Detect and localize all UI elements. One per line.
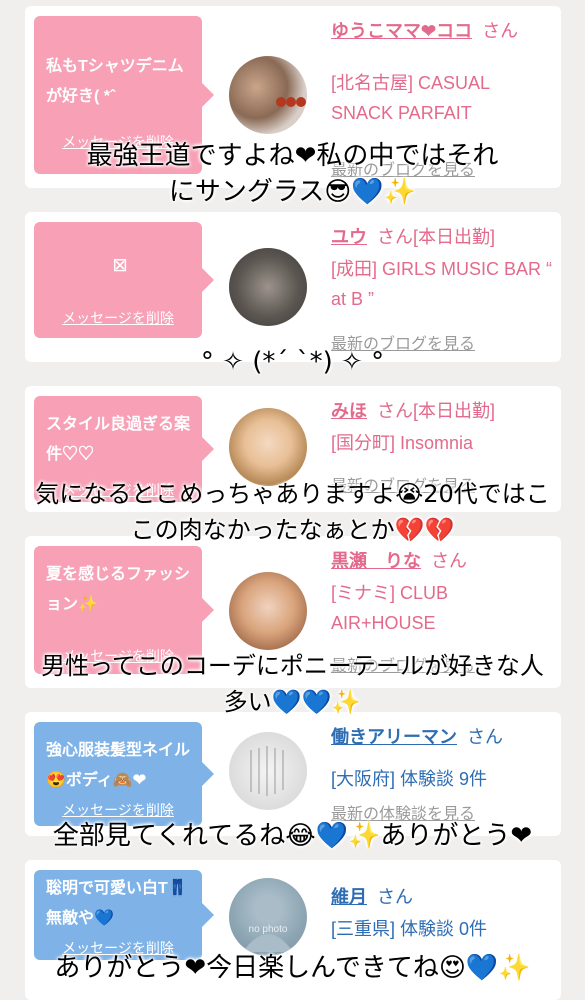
caption-line: 多い💙💙✨ (223, 688, 362, 716)
user-suffix: さん[本日出勤] (377, 227, 496, 247)
caption-line: にサングラス😎💙✨ (168, 177, 417, 207)
message-bubble: ☒ メッセージを削除 (34, 222, 214, 338)
user-suffix: さん (482, 21, 519, 41)
message-text: 夏を感じるファッション✨ (46, 566, 191, 613)
bubble-arrow (202, 598, 214, 622)
user-name-link[interactable]: みほ (331, 401, 367, 421)
avatar[interactable]: no photo (229, 878, 307, 956)
avatar-photo (250, 746, 284, 796)
user-suffix: さん (377, 887, 413, 907)
bubble-arrow (202, 762, 214, 786)
no-photo-label: no photo (248, 924, 288, 935)
message-text: 強心服装髪型ネイル😍ボディ🙈❤ (46, 742, 191, 789)
avatar[interactable] (229, 732, 307, 810)
message-text: 聡明で可愛い白T👖無敵や💙 (46, 880, 188, 927)
avatar[interactable] (229, 408, 307, 486)
user-suffix: さん[本日出勤] (377, 401, 496, 421)
caption-overlay: ありがとう❤今日楽しんできてね😍💙✨ (0, 950, 585, 986)
avatar-photo (276, 97, 306, 107)
message-bubble: 聡明で可愛い白T👖無敵や💙 メッセージを削除 (34, 870, 214, 960)
shop-location: [国分町] Insomnia (331, 433, 474, 453)
user-info: 働きアリーマン さん [大阪府] 体験談 9件 (331, 722, 556, 794)
caption-line: 最強王道ですよね❤私の中ではそれ (86, 141, 499, 171)
message-bubble: 強心服装髪型ネイル😍ボディ🙈❤ メッセージを削除 (34, 722, 214, 826)
bubble-arrow (202, 903, 214, 927)
user-name-link[interactable]: 働きアリーマン (331, 727, 457, 747)
message-card: ☒ メッセージを削除 ユウ さん[本日出勤] [成田] GIRLS MUSIC B… (25, 212, 561, 362)
user-info: 黒瀬 りな さん [ミナミ] CLUB AIR+HOUSE (331, 546, 556, 638)
avatar[interactable] (229, 248, 307, 326)
user-name-link[interactable]: 黒瀬 りな (331, 551, 421, 571)
avatar[interactable] (229, 572, 307, 650)
user-suffix: さん (431, 551, 467, 571)
user-info: ユウ さん[本日出勤] [成田] GIRLS MUSIC BAR “ at B ” (331, 222, 556, 314)
user-name-link[interactable]: ユウ (331, 227, 367, 247)
experience-info: [大阪府] 体験談 9件 (331, 769, 488, 789)
bubble-arrow (202, 437, 214, 461)
person-silhouette-icon (243, 895, 293, 952)
caption-line: 気になるとこめっちゃありますよ😭20代ではこ (35, 480, 550, 508)
experience-info: [三重県] 体験談 0件 (331, 919, 488, 939)
shop-location: [北名古屋] CASUAL SNACK PARFAIT (331, 73, 490, 123)
user-name-link[interactable]: 維月 (331, 887, 367, 907)
message-text: ☒ (112, 258, 128, 275)
delete-message-link[interactable]: メッセージを削除 (34, 308, 202, 328)
bubble-arrow (202, 268, 214, 292)
bubble-arrow (202, 83, 214, 107)
user-info: 維月 さん [三重県] 体験談 0件 (331, 882, 556, 944)
caption-overlay: 男性ってこのコーデにポニーテールが好きな人 多い💙💙✨ (0, 648, 585, 720)
shop-location: [成田] GIRLS MUSIC BAR “ at B ” (331, 259, 553, 309)
caption-overlay: 最強王道ですよね❤私の中ではそれ にサングラス😎💙✨ (0, 138, 585, 210)
user-info: みほ さん[本日出勤] [国分町] Insomnia (331, 396, 556, 458)
caption-overlay: ° ✧ (*´ `*) ✧ ° (0, 344, 585, 380)
caption-line: この肉なかったなぁとか💔💔 (130, 516, 455, 544)
caption-overlay: 全部見てくれてるね😂💙✨ありがとう❤ (0, 818, 585, 854)
user-info: ゆうこママ❤ココ さん [北名古屋] CASUAL SNACK PARFAIT (331, 16, 556, 128)
caption-line: ° ✧ (*´ `*) ✧ ° (200, 347, 385, 377)
caption-line: ありがとう❤今日楽しんできてね😍💙✨ (54, 953, 531, 983)
caption-line: 男性ってこのコーデにポニーテールが好きな人 (41, 652, 544, 680)
shop-location: [ミナミ] CLUB AIR+HOUSE (331, 583, 449, 633)
user-suffix: さん (467, 727, 503, 747)
message-text: スタイル良過ぎる案件♡♡ (46, 416, 191, 463)
delete-message-link[interactable]: メッセージを削除 (34, 800, 202, 820)
message-text: 私もTシャツデニムが好き( *ˆ (46, 58, 184, 105)
user-name-link[interactable]: ゆうこママ❤ココ (331, 21, 472, 41)
avatar[interactable] (229, 56, 307, 134)
caption-overlay: 気になるとこめっちゃありますよ😭20代ではこ この肉なかったなぁとか💔💔 (0, 476, 585, 548)
caption-line: 全部見てくれてるね😂💙✨ありがとう❤ (52, 821, 533, 851)
